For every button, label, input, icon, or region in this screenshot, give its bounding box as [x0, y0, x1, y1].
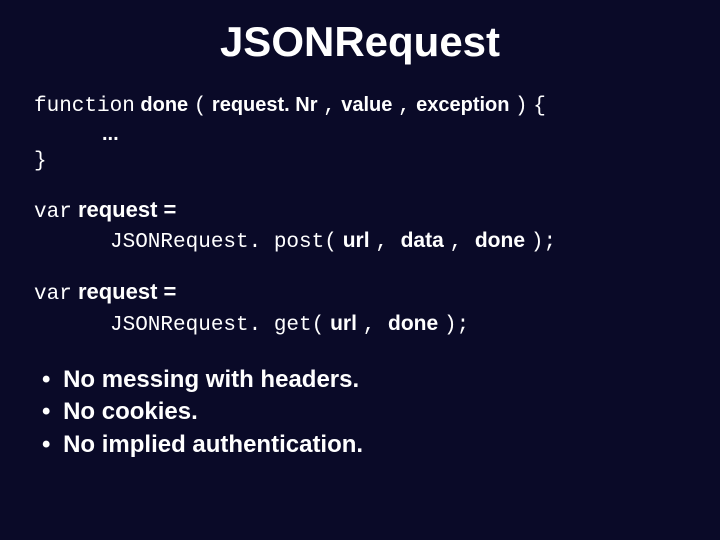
sep: , [450, 231, 475, 254]
slide-title: JSONRequest [34, 18, 686, 66]
param-value: value [341, 94, 392, 116]
arg-done: done [475, 229, 525, 252]
comma: , [398, 95, 411, 118]
keyword-var: var [34, 283, 72, 306]
fn-body-ellipsis: ... [34, 121, 686, 148]
comma: , [323, 95, 336, 118]
param-exception: exception [416, 94, 509, 116]
code-var-post: var request = JSONRequest. post( url , d… [34, 195, 686, 258]
call-get: JSONRequest. get( [110, 314, 324, 337]
assign-request: request = [78, 279, 176, 304]
sep: , [363, 314, 388, 337]
paren-close: ) [515, 95, 528, 118]
param-requestnr: request. Nr [212, 94, 318, 116]
fn-name: done [140, 94, 188, 116]
brace-close: } [34, 148, 686, 176]
paren-open: ( [194, 95, 207, 118]
call-tail: ); [444, 314, 469, 337]
bullet-item: No implied authentication. [42, 429, 686, 461]
code-function-done: function done ( request. Nr , value , ex… [34, 92, 686, 177]
bullet-list: No messing with headers. No cookies. No … [42, 364, 686, 461]
call-tail: ); [531, 231, 556, 254]
brace-open: { [533, 95, 546, 118]
keyword-function: function [34, 95, 135, 118]
sep: , [375, 231, 400, 254]
arg-url: url [343, 229, 370, 252]
arg-data: data [401, 229, 444, 252]
arg-url: url [330, 312, 357, 335]
assign-request: request = [78, 197, 176, 222]
slide: JSONRequest function done ( request. Nr … [0, 0, 720, 540]
arg-done: done [388, 312, 438, 335]
call-post: JSONRequest. post( [110, 231, 337, 254]
bullet-item: No messing with headers. [42, 364, 686, 396]
code-var-get: var request = JSONRequest. get( url , do… [34, 277, 686, 340]
bullet-item: No cookies. [42, 396, 686, 428]
keyword-var: var [34, 201, 72, 224]
